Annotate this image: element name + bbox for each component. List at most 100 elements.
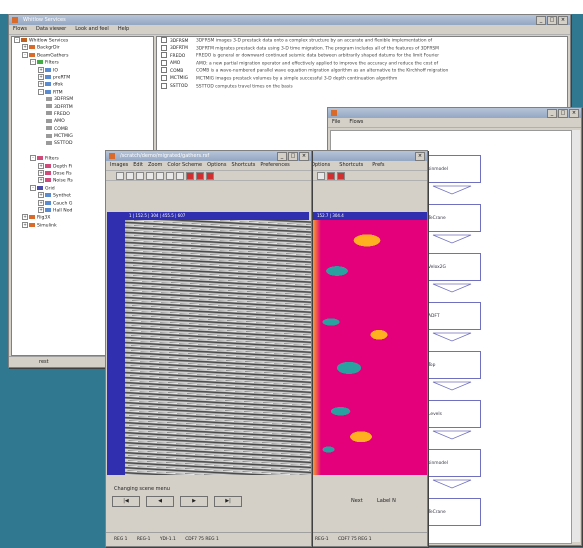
expand-icon[interactable]: + (38, 192, 44, 199)
seismic-section-image[interactable] (125, 220, 311, 475)
tree-node[interactable]: + BackgrDir (12, 44, 153, 51)
collapse-icon[interactable]: - (30, 155, 36, 162)
grid-icon[interactable] (166, 171, 174, 180)
tree-node[interactable]: AMO (12, 118, 153, 125)
tree-node[interactable]: SSTTOD (12, 140, 153, 147)
menu-options[interactable]: Options (311, 161, 330, 170)
menu-flows[interactable]: Flows (13, 25, 27, 34)
minimize-button[interactable]: _ (536, 16, 546, 25)
tree-node[interactable]: COMB (12, 126, 153, 133)
tree-node[interactable]: + dfok (12, 81, 153, 88)
collapse-icon[interactable]: - (22, 51, 28, 58)
menu-shortcuts[interactable]: Shortcuts (339, 161, 363, 170)
info-row[interactable]: 3DFRSM 3DFRSM images 3-D prestack data on… (157, 37, 567, 45)
maximize-button[interactable]: □ (288, 152, 298, 161)
flow-node[interactable]: TeCrane (423, 204, 481, 232)
previous-frame-button[interactable]: ◀ (146, 496, 174, 507)
expand-icon[interactable]: + (38, 73, 44, 80)
info-row[interactable]: SSTTOD SSTTOD computes travel times on th… (157, 82, 567, 91)
menu-prefs[interactable]: Prefs (372, 161, 384, 170)
flow-node[interactable]: TeCrane (423, 498, 481, 526)
last-frame-button[interactable]: ▶| (214, 496, 242, 507)
tree-window-titlebar[interactable]: Whitlow Services _ □ × (9, 15, 570, 25)
heat-window-titlebar[interactable]: × (307, 151, 427, 161)
tree-node[interactable]: 3DFRSM (12, 96, 153, 103)
color-icon[interactable] (206, 171, 214, 180)
close-button[interactable]: × (415, 152, 425, 161)
velocity-heatmap[interactable] (307, 220, 427, 475)
collapse-icon[interactable]: - (38, 88, 44, 95)
menu-edit[interactable]: Edit (133, 161, 143, 170)
first-frame-button[interactable]: |◀ (112, 496, 140, 507)
next-frame-button[interactable]: ▶ (180, 496, 208, 507)
flow-node[interactable]: ADFT (423, 302, 481, 330)
close-button[interactable]: × (558, 16, 568, 25)
tree-node-label: MCTMIG (54, 134, 73, 140)
menu-options[interactable]: Options (207, 161, 226, 170)
tree-node[interactable]: + IO (12, 66, 153, 74)
tree-node[interactable]: MCTMIG (12, 133, 153, 140)
collapse-icon[interactable]: - (30, 184, 36, 191)
flow-window-titlebar[interactable]: _ □ × (328, 108, 581, 118)
pointer-icon[interactable] (116, 171, 124, 180)
color-icon[interactable] (196, 171, 204, 180)
flow-node[interactable]: sinmodel (423, 155, 481, 183)
collapse-icon[interactable]: - (14, 37, 20, 43)
flow-node[interactable]: Velox2G (423, 253, 481, 281)
menu-zoom[interactable]: Zoom (148, 161, 162, 170)
flow-node[interactable]: Levels (423, 400, 481, 428)
tree-node[interactable]: 3DFRTM (12, 104, 153, 111)
menu-look-and-feel[interactable]: Look and feel (75, 25, 109, 34)
expand-icon[interactable]: + (22, 221, 28, 228)
expand-icon[interactable]: + (22, 44, 28, 51)
expand-icon[interactable]: + (38, 81, 44, 88)
tree-node[interactable]: + preRTM (12, 73, 153, 81)
ruler-icon[interactable] (176, 171, 184, 180)
expand-icon[interactable]: + (38, 177, 44, 184)
menu-preferences[interactable]: Preferences (260, 161, 289, 170)
info-row[interactable]: MCTMIG MCTMIG images prestack volumes by … (157, 74, 567, 83)
expand-icon[interactable]: + (38, 206, 44, 213)
menu-flows[interactable]: Flows (349, 118, 363, 127)
pan-icon[interactable] (146, 171, 154, 180)
menu-data-viewer[interactable]: Data viewer (36, 25, 66, 34)
collapse-icon[interactable]: - (30, 59, 36, 66)
flow-node[interactable]: Top (423, 351, 481, 379)
expand-icon[interactable]: + (38, 170, 44, 177)
info-row[interactable]: 3DFRTM 3DFRTM migrates prestack data usin… (157, 44, 567, 53)
tree-node[interactable]: - Filters (12, 59, 153, 66)
tree-node[interactable]: - Whitlow Services (12, 37, 153, 44)
menu-color-scheme[interactable]: Color Scheme (167, 161, 202, 170)
expand-icon[interactable]: + (38, 199, 44, 206)
tree-node[interactable]: FREDO (12, 111, 153, 118)
expand-icon[interactable]: + (22, 214, 28, 221)
minimize-button[interactable]: _ (547, 109, 557, 118)
flow-node[interactable]: sinmodel (423, 449, 481, 477)
info-row[interactable]: COMB COMB is a wave-numbered parallel wav… (157, 67, 567, 75)
tree-node[interactable]: - BeamGathers (12, 51, 153, 59)
minimize-button[interactable]: _ (277, 152, 287, 161)
zoom-out-icon[interactable] (136, 171, 144, 180)
menu-images[interactable]: Images (110, 161, 128, 170)
color-icon[interactable] (327, 171, 335, 180)
seismic-window-titlebar[interactable]: /scratch/demo/migrated/gathers.rsf _ □ × (106, 151, 311, 161)
refresh-icon[interactable] (156, 171, 164, 180)
color-icon[interactable] (186, 171, 194, 180)
maximize-button[interactable]: □ (558, 109, 568, 118)
zoom-in-icon[interactable] (126, 171, 134, 180)
maximize-button[interactable]: □ (547, 16, 557, 25)
close-button[interactable]: × (299, 152, 309, 161)
flow-scrollbar[interactable] (571, 130, 580, 542)
tree-node-label: Synthet (53, 193, 71, 199)
menu-file[interactable]: File (332, 118, 340, 127)
expand-icon[interactable]: + (38, 162, 44, 169)
zoom-icon[interactable] (317, 171, 325, 180)
expand-icon[interactable]: + (38, 66, 44, 73)
close-button[interactable]: × (569, 109, 579, 118)
info-row[interactable]: AMO AMO: a new partial migration operator… (157, 59, 567, 68)
tree-node[interactable]: - RTM (12, 88, 153, 96)
color-icon[interactable] (337, 171, 345, 180)
menu-shortcuts[interactable]: Shortcuts (231, 161, 255, 170)
info-row[interactable]: FREDO FREDO is general or downward contin… (157, 52, 567, 60)
menu-help[interactable]: Help (118, 25, 129, 34)
